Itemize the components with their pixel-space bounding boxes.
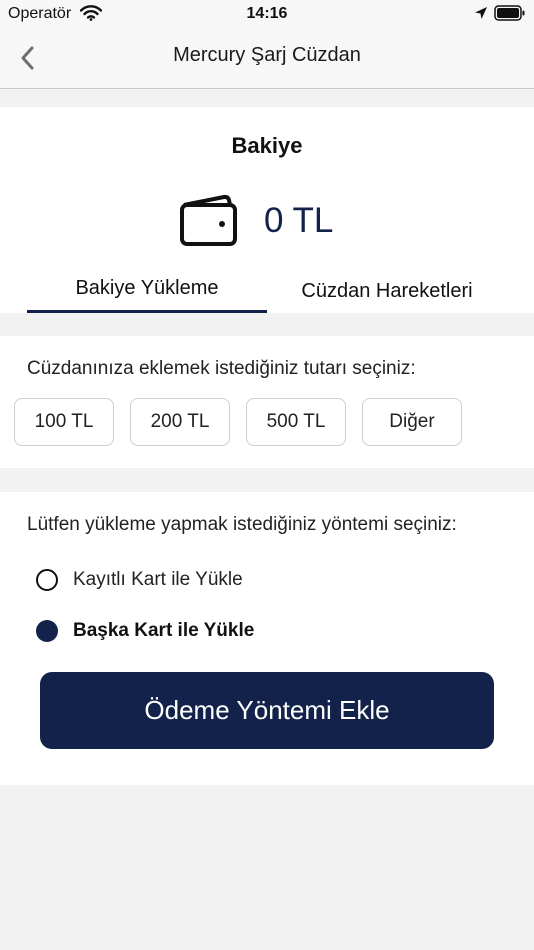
battery-icon [494,5,526,26]
payment-method-card: Lütfen yükleme yapmak istediğiniz yöntem… [0,492,534,785]
balance-label: Bakiye [231,133,303,158]
amount-option-500[interactable]: 500 TL [246,398,346,446]
tab-bakiye-yukleme[interactable]: Bakiye Yükleme [27,277,267,313]
amount-card: Cüzdanınıza eklemek istediğiniz tutarı s… [0,336,534,468]
status-time: 14:16 [246,5,288,22]
navigation-bar: Mercury Şarj Cüzdan [0,28,534,89]
tab-cuzdan-hareketleri[interactable]: Cüzdan Hareketleri [267,280,507,316]
status-bar: Operatör 14:16 [0,0,534,28]
amount-option-200[interactable]: 200 TL [130,398,230,446]
add-payment-method-button[interactable]: Ödeme Yöntemi Ekle [40,672,494,749]
balance-value: 0 TL [264,201,334,240]
active-tab-indicator [27,310,267,313]
wallet-icon [178,193,240,254]
amount-option-100[interactable]: 100 TL [14,398,114,446]
amount-option-other[interactable]: Diğer [362,398,462,446]
radio-selected-icon[interactable] [36,620,58,642]
location-arrow-icon [474,6,488,25]
radio-saved-card-label: Kayıtlı Kart ile Yükle [73,569,243,590]
radio-other-card-label: Başka Kart ile Yükle [73,620,255,641]
page-title: Mercury Şarj Cüzdan [173,44,361,66]
radio-unselected-icon[interactable] [36,569,58,591]
amount-prompt: Cüzdanınıza eklemek istediğiniz tutarı s… [27,358,416,379]
balance-card: Bakiye 0 TL Bakiye Yükleme Cüzdan Hareke… [0,107,534,313]
method-prompt: Lütfen yükleme yapmak istediğiniz yöntem… [27,514,457,535]
